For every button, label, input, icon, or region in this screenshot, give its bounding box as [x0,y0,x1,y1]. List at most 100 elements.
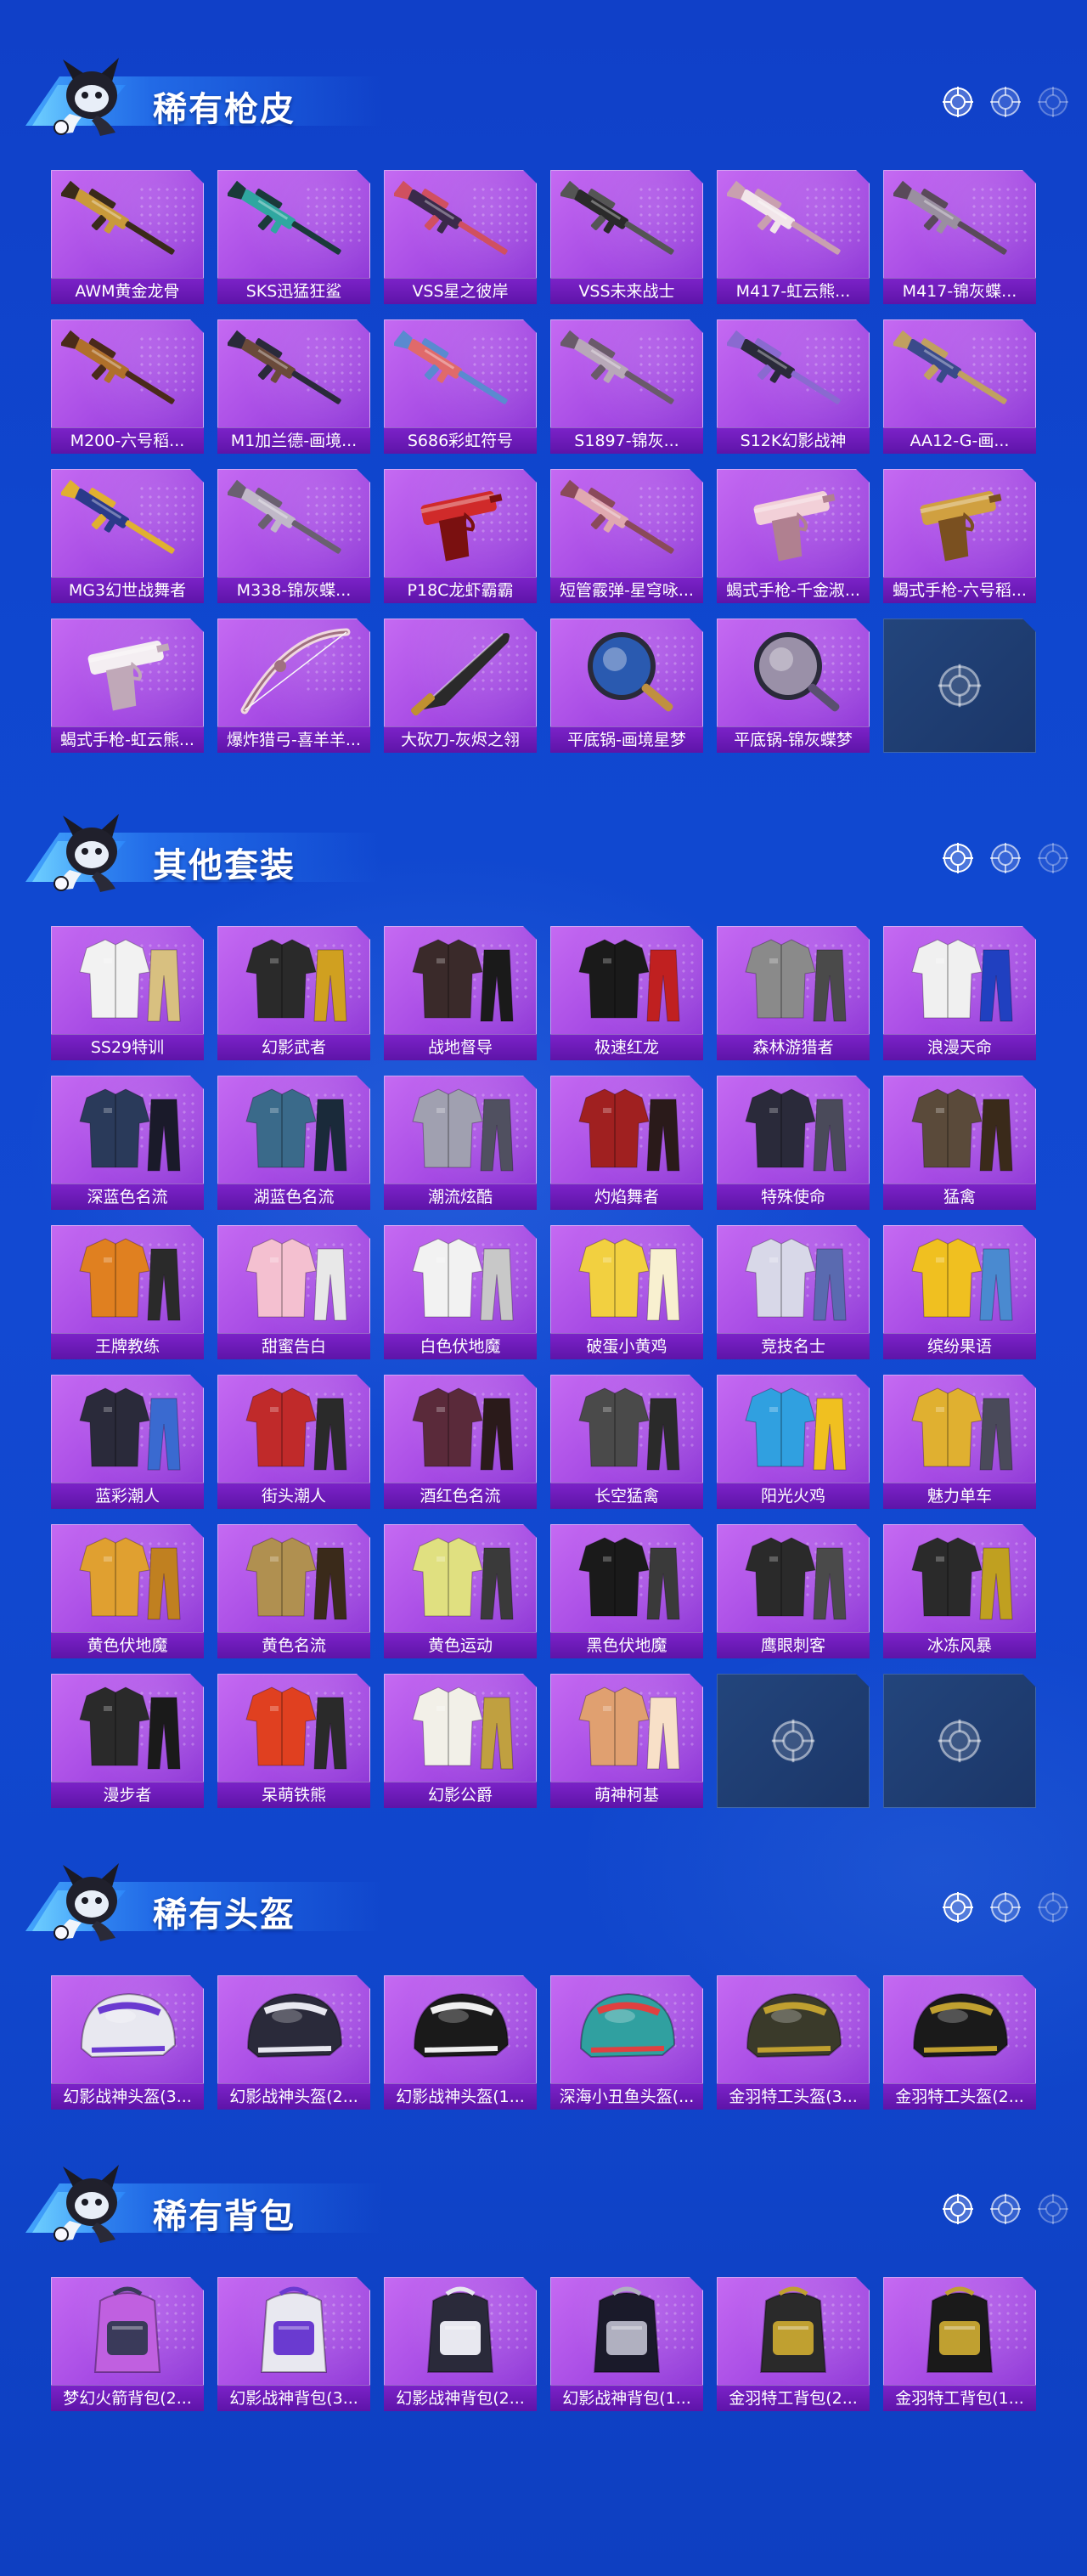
item-card[interactable]: SKS迅猛狂鲨 [217,170,370,304]
item-image [560,625,693,720]
item-card[interactable]: 大砍刀-灰烬之翎 [384,619,537,753]
item-image [61,2284,194,2379]
item-card[interactable]: 深海小丑鱼头盔(... [550,1975,703,2110]
item-card[interactable]: 甜蜜告白 [217,1225,370,1359]
item-card[interactable]: M417-虹云熊... [717,170,870,304]
item-image [727,1082,859,1178]
weapon-rifle-icon [59,479,175,554]
item-card[interactable]: P18C龙虾霸霸 [384,469,537,603]
item-card[interactable]: 缤纷果语 [883,1225,1036,1359]
item-card[interactable]: 短管霰弹-星穹咏... [550,469,703,603]
item-card[interactable]: 王牌教练 [51,1225,204,1359]
outfit-icon [245,1238,347,1321]
item-card[interactable]: 浪漫天命 [883,926,1036,1060]
item-card[interactable]: 蝎式手枪-虹云熊... [51,619,204,753]
item-card[interactable]: 灼焰舞者 [550,1076,703,1210]
item-card[interactable]: 破蛋小黄鸡 [550,1225,703,1359]
item-card[interactable]: 幻影战神背包(1... [550,2277,703,2411]
item-card[interactable]: 白色伏地魔 [384,1225,537,1359]
item-card[interactable]: 黄色运动 [384,1524,537,1658]
item-card[interactable]: VSS星之彼岸 [384,170,537,304]
section: 其他套装 SS29特训 幻影武者 战地督导 极速红龙 森林游猎者 浪漫天命 深蓝… [0,807,1087,1808]
item-name: M338-锦灰蝶... [217,577,370,603]
item-card[interactable]: 金羽特工背包(1... [883,2277,1036,2411]
item-name: 幻影战神头盔(2... [217,2083,370,2110]
item-card[interactable]: 长空猛禽 [550,1375,703,1509]
outfit-icon [911,1387,1013,1471]
item-card[interactable]: S1897-锦灰... [550,319,703,454]
section: 稀有头盔 幻影战神头盔(3... 幻影战神头盔(2... 幻影战神头盔(1...… [0,1856,1087,2110]
item-card[interactable]: 幻影战神头盔(1... [384,1975,537,2110]
item-card[interactable]: AWM黄金龙骨 [51,170,204,304]
item-card[interactable]: 幻影战神背包(2... [384,2277,537,2411]
item-card[interactable]: 爆炸猎弓-喜羊羊... [217,619,370,753]
weapon-rifle-icon [724,180,841,255]
item-image [727,1232,859,1327]
item-card[interactable]: 阳光火鸡 [717,1375,870,1509]
item-card[interactable]: 呆萌铁熊 [217,1674,370,1808]
item-name: 黄色运动 [384,1632,537,1658]
item-card[interactable]: S12K幻影战神 [717,319,870,454]
item-card[interactable]: MG3幻世战舞者 [51,469,204,603]
item-card[interactable]: 魅力单车 [883,1375,1036,1509]
item-card[interactable]: 幻影战神背包(3... [217,2277,370,2411]
item-card[interactable]: SS29特训 [51,926,204,1060]
item-card[interactable]: 萌神柯基 [550,1674,703,1808]
item-card[interactable]: 梦幻火箭背包(2... [51,2277,204,2411]
item-image [893,933,1026,1028]
item-card[interactable]: 黑色伏地魔 [550,1524,703,1658]
item-name: M417-锦灰蝶... [883,278,1036,304]
item-card[interactable]: 冰冻风暴 [883,1524,1036,1658]
item-card[interactable]: 湖蓝色名流 [217,1076,370,1210]
item-card[interactable]: M1加兰德-画境... [217,319,370,454]
crosshair-icon [938,1719,982,1763]
item-name: 浪漫天命 [883,1034,1036,1060]
backpack-icon [426,2286,494,2373]
section-title: 稀有背包 [153,2197,296,2236]
item-card[interactable]: 战地督导 [384,926,537,1060]
item-card[interactable]: 平底锅-画境星梦 [550,619,703,753]
item-card[interactable]: VSS未来战士 [550,170,703,304]
item-image [61,1982,194,2077]
item-card[interactable]: 幻影公爵 [384,1674,537,1808]
item-card[interactable]: 黄色伏地魔 [51,1524,204,1658]
item-card[interactable]: 金羽特工背包(2... [717,2277,870,2411]
item-image [225,476,360,571]
item-name: AA12-G-画... [883,427,1036,454]
item-name: 猛禽 [883,1183,1036,1210]
item-card[interactable]: 蓝彩潮人 [51,1375,204,1509]
item-card[interactable]: 幻影战神头盔(3... [51,1975,204,2110]
item-card[interactable]: 幻影战神头盔(2... [217,1975,370,2110]
item-card[interactable]: 猛禽 [883,1076,1036,1210]
item-card[interactable]: S686彩虹符号 [384,319,537,454]
item-card[interactable]: M338-锦灰蝶... [217,469,370,603]
item-card[interactable]: 街头潮人 [217,1375,370,1509]
item-card[interactable]: 幻影武者 [217,926,370,1060]
item-image [394,625,527,720]
item-image [394,1381,527,1477]
item-card[interactable]: AA12-G-画... [883,319,1036,454]
item-card[interactable]: 蝎式手枪-千金淑... [717,469,870,603]
item-card[interactable]: M200-六号稻... [51,319,204,454]
item-card[interactable]: 森林游猎者 [717,926,870,1060]
item-card[interactable]: 漫步者 [51,1674,204,1808]
item-card[interactable]: 极速红龙 [550,926,703,1060]
item-card[interactable]: 平底锅-锦灰蝶梦 [717,619,870,753]
item-card[interactable]: M417-锦灰蝶... [883,170,1036,304]
item-card[interactable]: 金羽特工头盔(2... [883,1975,1036,2110]
item-image [228,1982,360,2077]
item-card[interactable]: 竞技名士 [717,1225,870,1359]
item-card[interactable]: 黄色名流 [217,1524,370,1658]
item-card[interactable]: 特殊使命 [717,1076,870,1210]
item-name: 金羽特工背包(2... [717,2385,870,2411]
item-card[interactable]: 鹰眼刺客 [717,1524,870,1658]
item-image [891,177,1026,272]
item-card[interactable]: 酒红色名流 [384,1375,537,1509]
crosshair-icon [1038,1892,1068,1923]
item-card[interactable]: 金羽特工头盔(3... [717,1975,870,2110]
item-image [228,2284,360,2379]
item-card[interactable]: 蝎式手枪-六号稻... [883,469,1036,603]
item-card[interactable]: 潮流炫酷 [384,1076,537,1210]
item-card[interactable]: 深蓝色名流 [51,1076,204,1210]
item-name: VSS星之彼岸 [384,278,537,304]
